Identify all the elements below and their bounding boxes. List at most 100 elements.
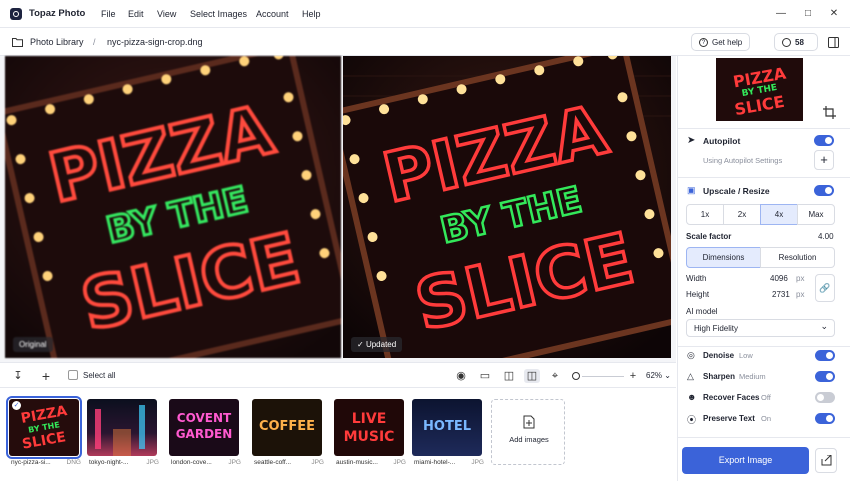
breadcrumb-file: nyc-pizza-sign-crop.dng [107, 37, 203, 47]
autopilot-sub: Using Autopilot Settings [703, 156, 783, 165]
credits-button[interactable]: 58 [774, 33, 818, 51]
thumbnail-london-covent[interactable]: COVENT GARDEN [169, 399, 239, 456]
add-images-label: Add images [509, 435, 549, 444]
menu-account[interactable]: Account [256, 9, 289, 19]
selected-check-icon: ✓ [12, 401, 21, 410]
zoom-in-icon[interactable]: + [626, 369, 640, 383]
panel-toggle-icon[interactable] [828, 37, 839, 48]
original-tag: Original [13, 337, 53, 352]
updated-tag: ✓ Updated [351, 337, 403, 352]
crop-icon[interactable] [823, 106, 836, 119]
single-view-icon[interactable]: ▭ [478, 369, 492, 383]
thumbnail-label: austin-music... JPG [336, 459, 406, 466]
chevron-down-icon: ⌄ [820, 321, 828, 331]
denoise-label: Denoise [703, 351, 735, 360]
recover-faces-toggle[interactable] [815, 392, 835, 403]
autopilot-icon: ➤ [687, 135, 696, 146]
zoom-slider-handle[interactable] [572, 372, 580, 380]
add-autopilot-button[interactable]: + [814, 150, 834, 170]
select-all-checkbox[interactable] [68, 370, 78, 380]
zoom-value: 62% [646, 371, 663, 380]
side-by-side-icon[interactable]: ◫ [502, 369, 516, 383]
preview-thumbnail: PIZZA BY THE SLICE [716, 58, 803, 121]
height-input[interactable]: 2731 [772, 290, 790, 299]
zoom-level[interactable]: 62% ⌄ [646, 371, 671, 380]
divider [678, 346, 850, 347]
viewer-toolbar: ↧ + Select all ◉ ▭ ◫ ◫ ⌖ + 62% ⌄ [0, 362, 676, 388]
thumbnail-label: miami-hotel-... JPG [414, 459, 484, 466]
settings-panel: PIZZA BY THE SLICE ➤ Autopilot Using Aut… [677, 56, 850, 481]
preserve-text-toggle[interactable] [815, 413, 835, 424]
sharpen-icon: △ [687, 371, 694, 381]
add-images-button[interactable]: Add images [491, 399, 565, 465]
crosshair-icon[interactable]: ⌖ [548, 369, 562, 383]
preserve-text-level: On [761, 414, 772, 423]
thumbnail-nyc-pizza[interactable]: PIZZA BY THE SLICE ✓ [6, 396, 82, 459]
select-all-label: Select all [83, 371, 116, 380]
recover-faces-level: Off [761, 393, 771, 402]
thumbnail-austin-music[interactable]: LIVE MUSIC [334, 399, 404, 456]
sort-icon[interactable]: ↧ [11, 369, 25, 383]
link-icon[interactable]: 🔗 [815, 274, 835, 302]
ai-model-value: High Fidelity [694, 324, 739, 333]
divider [678, 437, 850, 438]
share-icon [821, 455, 832, 466]
updated-tag-label: Updated [365, 340, 397, 349]
breadcrumb: Photo Library / nyc-pizza-sign-crop.dng … [0, 28, 850, 56]
menu-file[interactable]: File [101, 9, 116, 19]
scale-4x-button[interactable]: 4x [760, 204, 798, 225]
sharpen-level: Medium [739, 372, 766, 381]
denoise-icon: ◎ [687, 350, 695, 360]
zoom-slider-track[interactable] [582, 375, 624, 377]
add-file-icon [523, 415, 535, 429]
eye-icon[interactable]: ◉ [454, 369, 468, 383]
thumbnail-label: tokyo-night-... JPG [89, 459, 159, 466]
minimize-icon[interactable]: — [775, 8, 787, 20]
thumbnail-seattle-coffee[interactable]: COFFEE [252, 399, 322, 456]
credits-count: 58 [795, 37, 804, 47]
split-view-icon[interactable]: ◫ [524, 369, 540, 383]
scale-2x-button[interactable]: 2x [723, 204, 761, 225]
scale-factor-value[interactable]: 4.00 [818, 232, 834, 241]
upscale-toggle[interactable] [814, 185, 834, 196]
tab-resolution[interactable]: Resolution [760, 247, 835, 268]
menu-edit[interactable]: Edit [128, 9, 144, 19]
close-icon[interactable]: ✕ [828, 8, 840, 20]
filmstrip: PIZZA BY THE SLICE ✓ nyc-pizza-si... DNG … [0, 388, 676, 481]
thumbnail-miami-hotel[interactable]: HOTEL [412, 399, 482, 456]
sharpen-toggle[interactable] [815, 371, 835, 382]
width-unit: px [796, 274, 805, 283]
autopilot-toggle[interactable] [814, 135, 834, 146]
credits-icon [782, 37, 791, 47]
menu-view[interactable]: View [157, 9, 176, 19]
updated-image[interactable]: PIZZA BY THE SLICE ✓ Updated [343, 56, 671, 358]
share-button[interactable] [815, 448, 837, 473]
add-icon[interactable]: + [39, 369, 53, 383]
width-input[interactable]: 4096 [770, 274, 788, 283]
upscale-label: Upscale / Resize [703, 186, 770, 196]
get-help-button[interactable]: ? Get help [691, 33, 751, 51]
scale-max-button[interactable]: Max [797, 204, 835, 225]
thumbnail-tokyo-night[interactable] [87, 399, 157, 456]
menu-select-images[interactable]: Select Images [190, 9, 247, 19]
export-image-button[interactable]: Export Image [682, 447, 809, 474]
divider [678, 128, 850, 129]
height-label: Height [686, 290, 710, 299]
scale-1x-button[interactable]: 1x [686, 204, 724, 225]
original-image[interactable]: PIZZA BY THE SLICE Original [5, 56, 341, 358]
thumbnail-label: seattle-coff... JPG [254, 459, 324, 466]
recover-faces-label: Recover Faces [703, 393, 760, 402]
app-logo-icon [10, 8, 22, 20]
folder-icon [12, 38, 23, 47]
thumbnail-label: nyc-pizza-si... DNG [11, 459, 81, 466]
maximize-icon[interactable]: □ [802, 8, 814, 20]
tab-dimensions[interactable]: Dimensions [686, 247, 761, 268]
preserve-text-icon: ⦿ [687, 415, 697, 425]
breadcrumb-root[interactable]: Photo Library [30, 37, 84, 47]
recover-faces-icon: ☻ [687, 392, 697, 402]
menu-help[interactable]: Help [302, 9, 321, 19]
ai-model-label: AI model [686, 307, 718, 316]
ai-model-select[interactable]: High Fidelity ⌄ [686, 319, 835, 337]
denoise-toggle[interactable] [815, 350, 835, 361]
scale-factor-label: Scale factor [686, 232, 732, 241]
